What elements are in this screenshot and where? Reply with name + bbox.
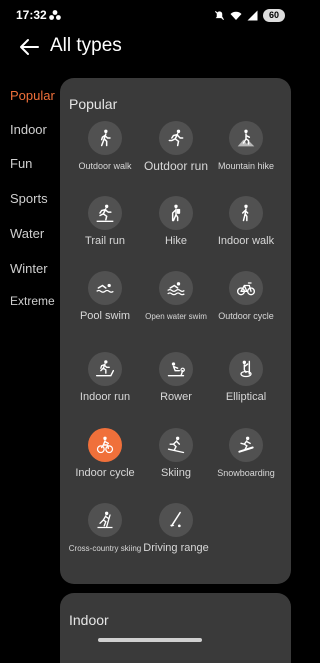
- section-title-indoor: Indoor: [69, 612, 109, 628]
- battery-badge: 60: [263, 8, 285, 22]
- tile-outdoor-cycle[interactable]: Outdoor cycle: [208, 271, 284, 341]
- tile-label: Indoor run: [79, 391, 131, 403]
- sidebar-item-fun[interactable]: Fun: [10, 156, 32, 171]
- tile-label: Rower: [160, 391, 192, 403]
- tile-outdoor-run[interactable]: Outdoor run: [138, 121, 214, 191]
- status-bar: 17:32 60: [0, 0, 299, 30]
- tile-hike[interactable]: Hike: [138, 196, 214, 266]
- sidebar-item-sports[interactable]: Sports: [10, 191, 48, 206]
- tile-label: Indoor walk: [217, 235, 275, 247]
- tile-label: Indoor cycle: [75, 467, 135, 479]
- status-time: 17:32: [16, 8, 47, 22]
- rower-icon: [159, 352, 193, 386]
- hike-icon: [159, 196, 193, 230]
- back-arrow-icon[interactable]: [18, 36, 40, 58]
- tile-open-water-swim[interactable]: Open water swim: [138, 271, 214, 341]
- indoor-section: Indoor: [60, 593, 291, 663]
- mountain-hike-icon: [229, 121, 263, 155]
- sidebar-item-water[interactable]: Water: [10, 226, 44, 241]
- tile-elliptical[interactable]: Elliptical: [208, 352, 284, 422]
- tile-indoor-run[interactable]: Indoor run: [67, 352, 143, 422]
- tile-snowboarding[interactable]: Snowboarding: [208, 428, 284, 498]
- popular-section: Popular Outdoor walk Outdoor run Mountai…: [60, 78, 291, 584]
- tile-label: Elliptical: [225, 391, 267, 403]
- tile-label: Trail run: [85, 235, 125, 247]
- tile-mountain-hike[interactable]: Mountain hike: [208, 121, 284, 191]
- tile-indoor-cycle[interactable]: Indoor cycle: [67, 428, 143, 498]
- sidebar-item-indoor[interactable]: Indoor: [10, 122, 47, 137]
- treadmill-icon: [88, 352, 122, 386]
- wifi-icon: [230, 11, 242, 20]
- sidebar-item-extreme[interactable]: Extreme: [10, 294, 55, 308]
- bicycle-icon: [229, 271, 263, 305]
- tile-pool-swim[interactable]: Pool swim: [67, 271, 143, 341]
- open-water-swim-icon: [159, 271, 193, 305]
- tile-label: Outdoor cycle: [218, 311, 274, 321]
- sidebar-item-popular[interactable]: Popular: [10, 88, 55, 103]
- tile-driving-range[interactable]: Driving range: [138, 503, 214, 573]
- walk-icon: [88, 121, 122, 155]
- tile-label: Snowboarding: [217, 468, 275, 478]
- tile-label: Mountain hike: [217, 161, 275, 171]
- golf-icon: [159, 503, 193, 537]
- page-title: All types: [50, 35, 122, 56]
- tile-outdoor-walk[interactable]: Outdoor walk: [67, 121, 143, 191]
- tile-label: Outdoor walk: [78, 161, 132, 171]
- skiing-icon: [159, 428, 193, 462]
- cross-country-ski-icon: [88, 503, 122, 537]
- tile-cross-country-skiing[interactable]: Cross-country skiing: [67, 503, 143, 573]
- tile-label: Outdoor run: [143, 159, 209, 173]
- header: All types: [0, 30, 299, 66]
- trail-run-icon: [88, 196, 122, 230]
- tile-trail-run[interactable]: Trail run: [67, 196, 143, 266]
- sidebar-item-winter[interactable]: Winter: [10, 261, 48, 276]
- tile-skiing[interactable]: Skiing: [138, 428, 214, 498]
- tile-label: Open water swim: [145, 312, 207, 321]
- signal-icon: [247, 10, 258, 20]
- run-icon: [159, 121, 193, 155]
- indoor-walk-icon: [229, 196, 263, 230]
- tile-label: Cross-country skiing: [68, 544, 142, 553]
- tile-label: Skiing: [161, 467, 191, 479]
- tile-indoor-walk[interactable]: Indoor walk: [208, 196, 284, 266]
- pool-swim-icon: [88, 271, 122, 305]
- section-title-popular: Popular: [69, 96, 118, 112]
- app-notification-icon: [49, 10, 61, 20]
- status-icons: 60: [214, 7, 285, 23]
- indoor-cycle-icon: [88, 428, 122, 462]
- tile-label: Pool swim: [79, 310, 131, 322]
- mute-icon: [214, 10, 225, 20]
- gesture-nav-handle[interactable]: [98, 638, 202, 642]
- tile-label: Driving range: [143, 542, 209, 554]
- tile-label: Hike: [164, 235, 187, 247]
- elliptical-icon: [229, 352, 263, 386]
- snowboard-icon: [229, 428, 263, 462]
- tile-rower[interactable]: Rower: [138, 352, 214, 422]
